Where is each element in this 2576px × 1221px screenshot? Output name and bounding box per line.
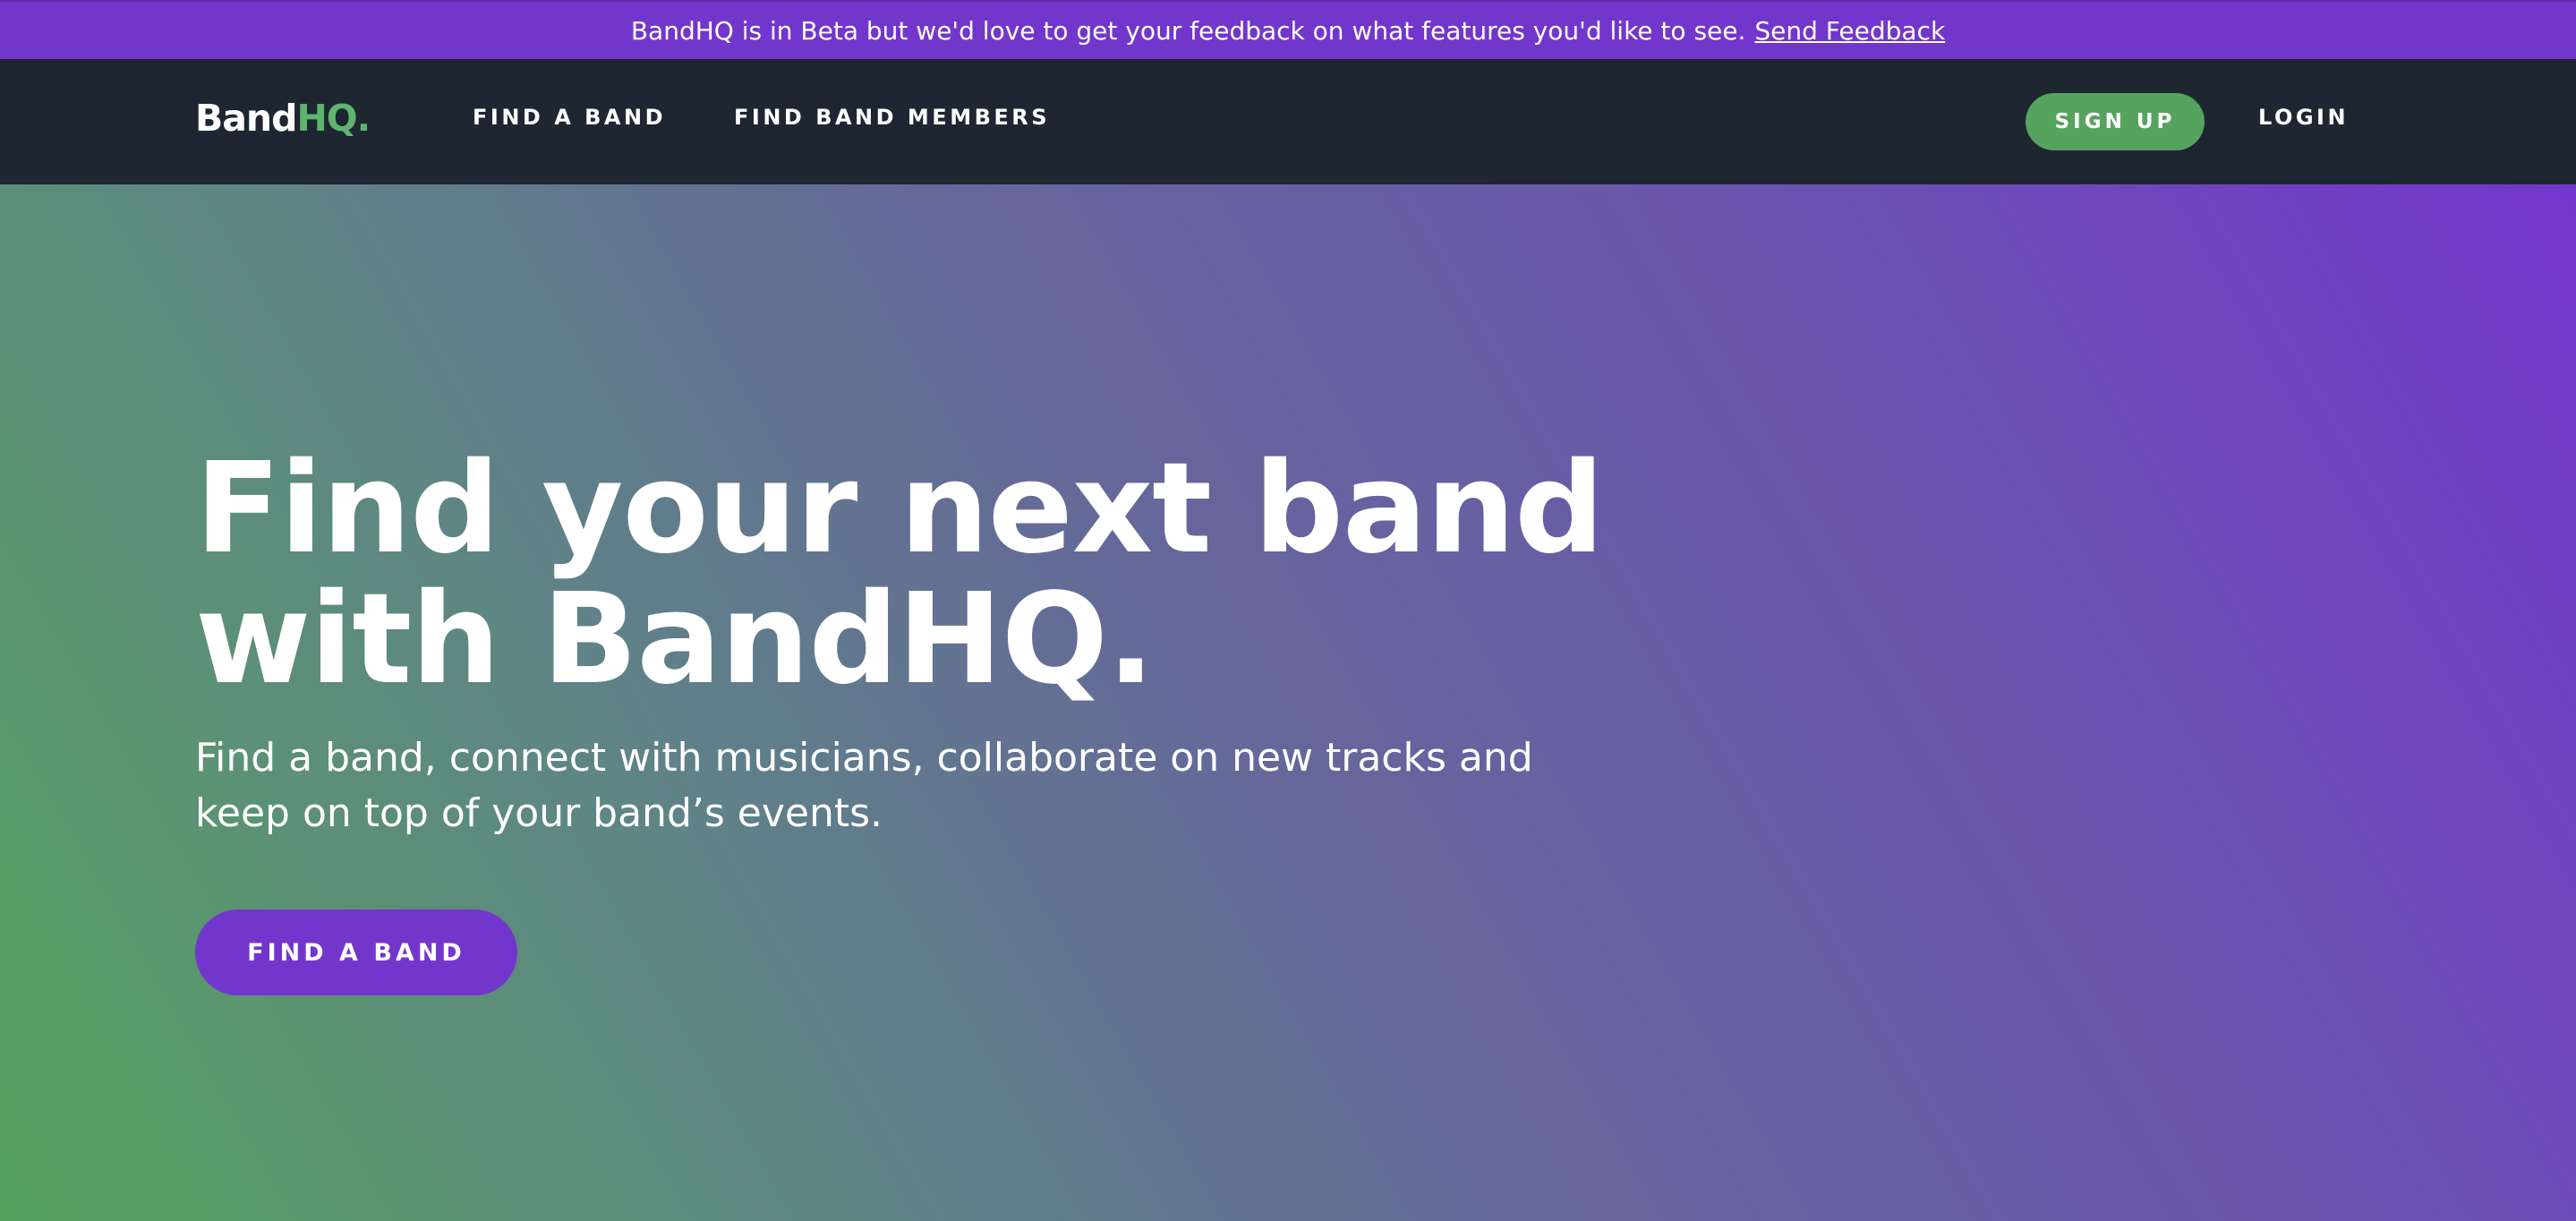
hero-subtitle: Find a band, connect with musicians, col… xyxy=(195,730,1591,841)
hero-title-line-2: with BandHQ. xyxy=(195,567,1155,713)
hero-title: Find your next band with BandHQ. xyxy=(195,444,1717,705)
send-feedback-link[interactable]: Send Feedback xyxy=(1754,16,1945,46)
hero-title-line-1: Find your next band xyxy=(195,436,1604,582)
hero-section: Find your next band with BandHQ. Find a … xyxy=(0,184,2576,1221)
find-a-band-cta-button[interactable]: FIND A BAND xyxy=(195,909,517,995)
hero-subtitle-line-2: keep on top of your band’s events. xyxy=(195,790,883,836)
bandhq-logo[interactable]: BandHQ. xyxy=(195,97,371,140)
login-link[interactable]: LOGIN xyxy=(2258,107,2349,128)
sign-up-button[interactable]: SIGN UP xyxy=(2026,93,2205,150)
logo-hq-text: HQ. xyxy=(296,97,371,140)
nav-find-a-band[interactable]: FIND A BAND xyxy=(473,107,666,128)
nav-find-band-members[interactable]: FIND BAND MEMBERS xyxy=(734,107,1050,128)
beta-banner: BandHQ is in Beta but we'd love to get y… xyxy=(0,0,2576,59)
hero-subtitle-line-1: Find a band, connect with musicians, col… xyxy=(195,735,1533,781)
top-navbar: BandHQ. FIND A BAND FIND BAND MEMBERS SI… xyxy=(0,59,2576,184)
beta-message: BandHQ is in Beta but we'd love to get y… xyxy=(630,15,1746,46)
logo-band-text: Band xyxy=(195,97,297,140)
